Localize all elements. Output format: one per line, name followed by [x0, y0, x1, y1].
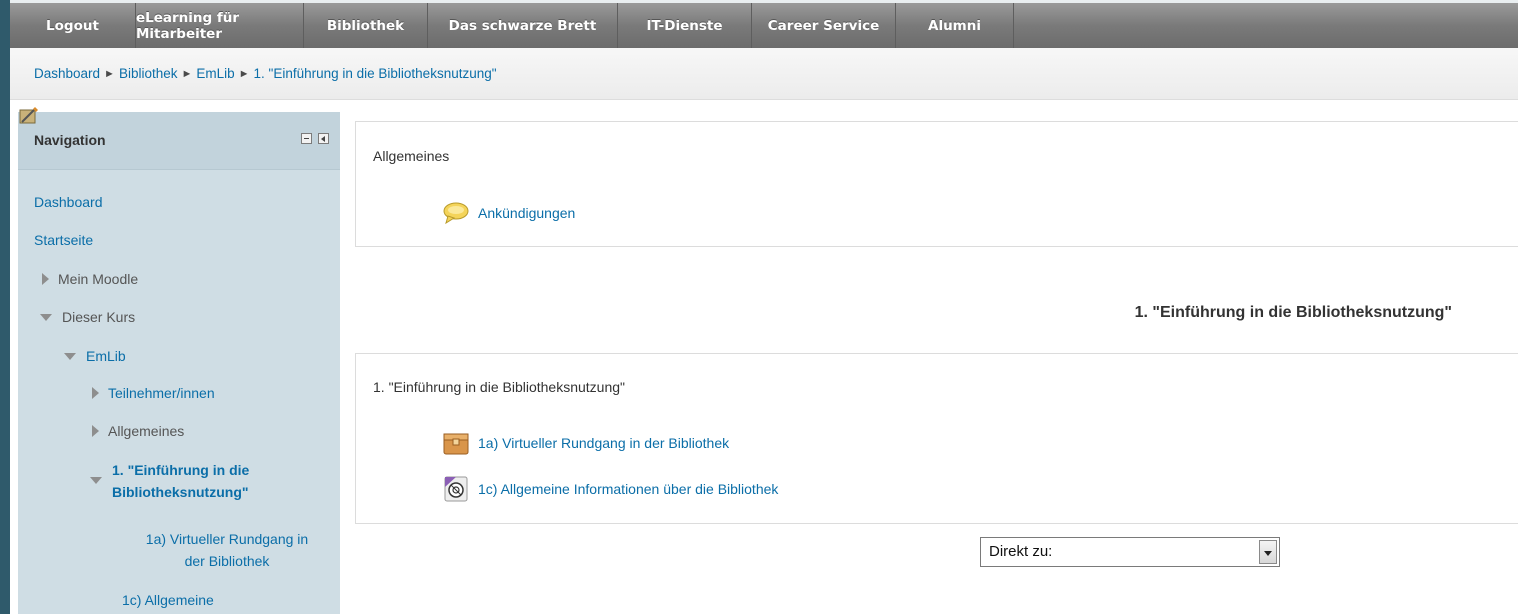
nav-tree-allgemeines[interactable]: Allgemeines — [92, 423, 184, 440]
navigation-block-header: Navigation — [18, 107, 340, 170]
collapse-arrow-icon[interactable] — [64, 353, 76, 360]
section-title: 1. "Einführung in die Bibliotheksnutzung… — [373, 379, 625, 395]
breadcrumb-bibliothek[interactable]: Bibliothek — [119, 66, 178, 81]
navigation-block-title: Navigation — [34, 132, 106, 148]
nav-tree-current-section[interactable]: 1. "Einführung in die Bibliotheksnutzung… — [90, 459, 249, 503]
nav-tree-label-continued[interactable]: der Bibliothek — [122, 550, 332, 572]
nav-bibliothek[interactable]: Bibliothek — [304, 3, 428, 48]
dock-block-icon[interactable] — [318, 133, 329, 144]
activity-label[interactable]: 1c) Allgemeine Informationen über die Bi… — [478, 481, 778, 497]
expand-arrow-icon[interactable] — [92, 387, 99, 399]
nav-career-service[interactable]: Career Service — [752, 3, 896, 48]
nav-tree-label[interactable]: Startseite — [34, 232, 93, 248]
nav-tree-label: Allgemeines — [108, 423, 185, 439]
jump-to-selected-value: Direkt zu: — [989, 543, 1053, 560]
collapse-arrow-icon[interactable] — [40, 314, 52, 321]
breadcrumb-separator: ► — [104, 67, 115, 80]
nav-alumni[interactable]: Alumni — [896, 3, 1014, 48]
nav-tree-dashboard[interactable]: Dashboard — [34, 194, 103, 211]
activity-allgemeine-informationen[interactable]: 1c) Allgemeine Informationen über die Bi… — [442, 475, 778, 503]
nav-tree-label-continued[interactable]: Bibliotheksnutzung" — [112, 481, 249, 503]
nav-tree-teilnehmer[interactable]: Teilnehmer/innen — [92, 385, 215, 402]
nav-tree-mein-moodle[interactable]: Mein Moodle — [42, 271, 138, 288]
section-allgemeines: Allgemeines Ankündigungen — [355, 121, 1518, 247]
top-navigation-bar: Logout eLearning für Mitarbeiter Bibliot… — [10, 0, 1518, 48]
nav-tree-allgemeine-informationen[interactable]: 1c) Allgemeine — [122, 592, 214, 609]
expand-arrow-icon[interactable] — [92, 425, 99, 437]
breadcrumb-dashboard[interactable]: Dashboard — [34, 66, 100, 81]
section-einfuehrung: 1. "Einführung in die Bibliotheksnutzung… — [355, 353, 1518, 524]
forum-icon — [443, 202, 469, 225]
nav-tree-label[interactable]: EmLib — [86, 348, 126, 364]
nav-schwarze-brett[interactable]: Das schwarze Brett — [428, 3, 618, 48]
package-icon — [443, 433, 469, 455]
breadcrumb: Dashboard ► Bibliothek ► EmLib ► 1. "Ein… — [10, 48, 1518, 100]
nav-logout[interactable]: Logout — [10, 3, 136, 48]
nav-tree-label[interactable]: Dashboard — [34, 194, 103, 210]
jump-to-select[interactable]: Direkt zu: — [980, 537, 1280, 567]
nav-tree-label[interactable]: 1c) Allgemeine — [122, 592, 214, 608]
section-title: Allgemeines — [373, 148, 450, 164]
nav-tree-emlib[interactable]: EmLib — [64, 348, 126, 365]
scorm-icon — [444, 476, 468, 502]
nav-tree-label[interactable]: Teilnehmer/innen — [108, 385, 215, 401]
breadcrumb-separator: ► — [181, 67, 193, 80]
nav-it-dienste[interactable]: IT-Dienste — [618, 3, 752, 48]
collapse-arrow-icon[interactable] — [90, 477, 102, 484]
navigation-block: Navigation Dashboard Startseite Mein Moo… — [18, 107, 340, 614]
nav-tree-startseite[interactable]: Startseite — [34, 232, 93, 249]
nav-tree-dieser-kurs[interactable]: Dieser Kurs — [40, 309, 135, 326]
nav-elearning-mitarbeiter[interactable]: eLearning für Mitarbeiter — [136, 3, 304, 48]
nav-tree-virtueller-rundgang[interactable]: 1a) Virtueller Rundgang in der Bibliothe… — [122, 528, 332, 572]
nav-tree-label[interactable]: 1. "Einführung in die — [112, 459, 249, 481]
block-move-icon[interactable] — [18, 106, 40, 128]
activity-virtueller-rundgang[interactable]: 1a) Virtueller Rundgang in der Bibliothe… — [442, 430, 729, 456]
activity-ankuendigungen[interactable]: Ankündigungen — [442, 201, 575, 225]
expand-arrow-icon[interactable] — [42, 273, 49, 285]
collapse-block-icon[interactable] — [301, 133, 312, 144]
breadcrumb-separator: ► — [238, 67, 250, 80]
section-heading: 1. "Einführung in die Bibliotheksnutzung… — [1134, 304, 1452, 321]
activity-label[interactable]: 1a) Virtueller Rundgang in der Bibliothe… — [478, 435, 729, 451]
activity-label[interactable]: Ankündigungen — [478, 205, 575, 221]
nav-tree-label: Dieser Kurs — [62, 309, 136, 325]
nav-tree-label: Mein Moodle — [58, 271, 139, 287]
breadcrumb-emlib[interactable]: EmLib — [196, 66, 234, 81]
page-frame: Logout eLearning für Mitarbeiter Bibliot… — [10, 0, 1518, 614]
chevron-down-icon[interactable] — [1259, 540, 1277, 564]
breadcrumb-current-section[interactable]: 1. "Einführung in die Bibliotheksnutzung… — [254, 66, 497, 81]
nav-tree-label[interactable]: 1a) Virtueller Rundgang in — [122, 528, 332, 550]
